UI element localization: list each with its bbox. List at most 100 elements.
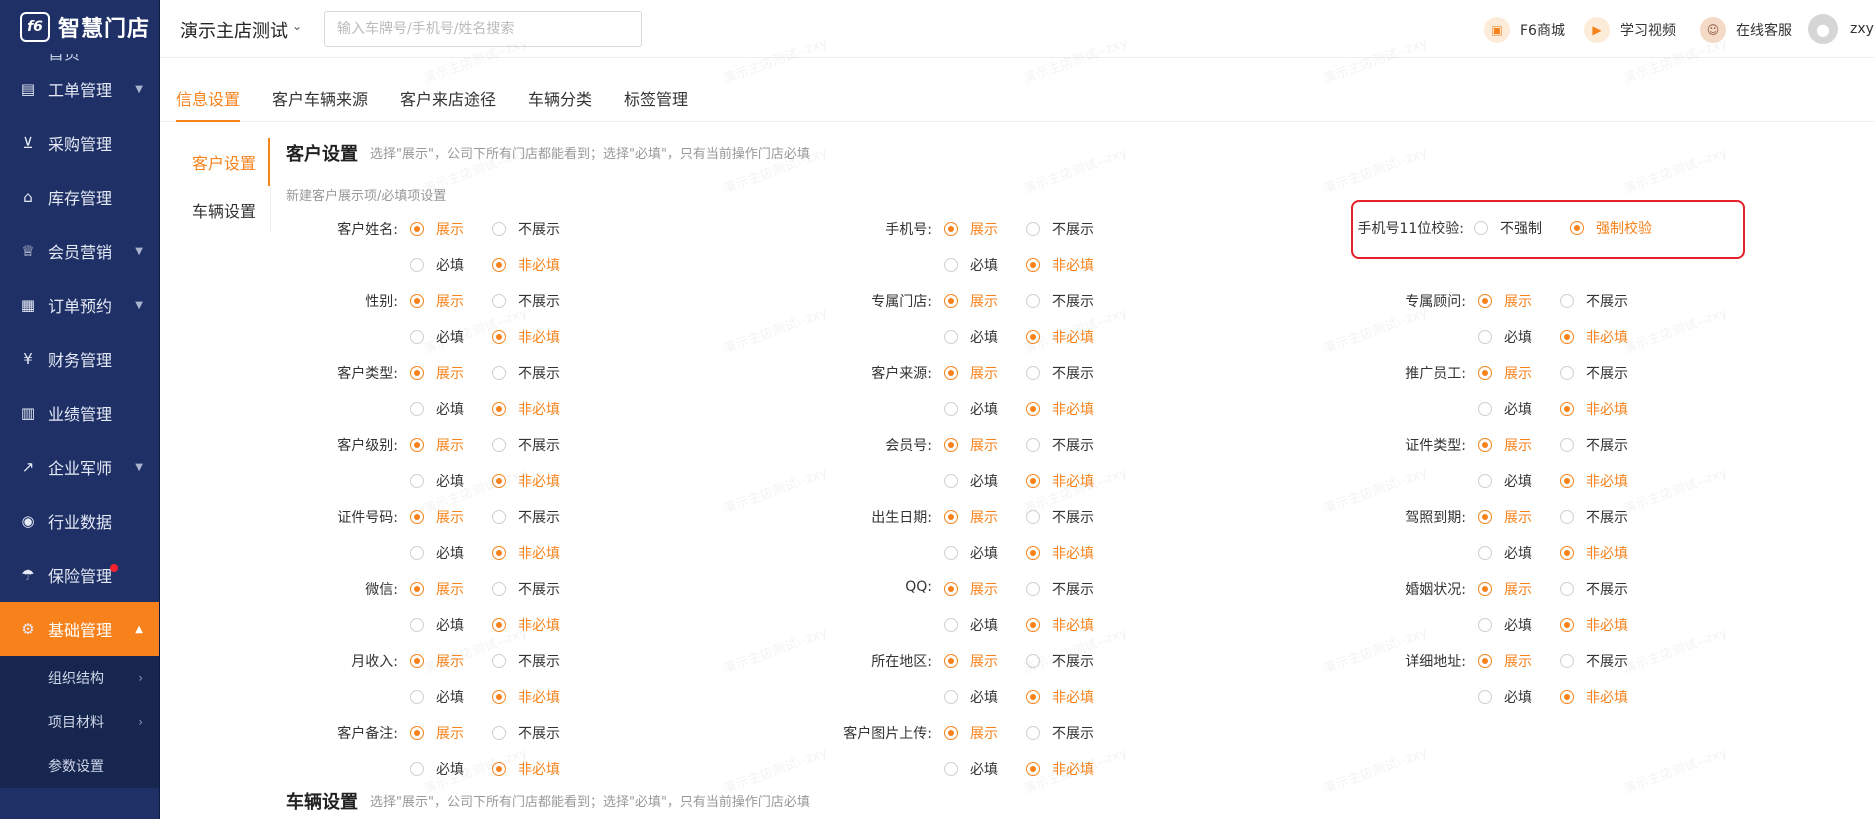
submenu-vehicle-settings[interactable]: 车辆设置	[192, 198, 256, 222]
optional-radio[interactable]: 非必填	[1560, 399, 1628, 419]
required-radio[interactable]: 必填	[1478, 615, 1532, 635]
show-radio[interactable]: 展示	[944, 435, 998, 455]
show-radio[interactable]: 展示	[944, 651, 998, 671]
sidebar-item-2[interactable]: ⌂ 库存管理	[0, 170, 159, 224]
required-radio[interactable]: 必填	[944, 255, 998, 275]
optional-radio[interactable]: 非必填	[492, 687, 560, 707]
hide-radio[interactable]: 不展示	[492, 219, 560, 239]
show-radio[interactable]: 展示	[1478, 579, 1532, 599]
show-radio[interactable]: 展示	[410, 219, 464, 239]
show-radio[interactable]: 展示	[1478, 435, 1532, 455]
required-radio[interactable]: 必填	[944, 327, 998, 347]
required-radio[interactable]: 必填	[410, 615, 464, 635]
show-radio[interactable]: 展示	[1478, 651, 1532, 671]
optional-radio[interactable]: 非必填	[1560, 471, 1628, 491]
sidebar-subitem-1[interactable]: 项目材料 ›	[0, 700, 159, 744]
optional-radio[interactable]: 非必填	[1026, 615, 1094, 635]
required-radio[interactable]: 必填	[944, 543, 998, 563]
show-radio[interactable]: 展示	[1478, 507, 1532, 527]
hide-radio[interactable]: 不展示	[1560, 291, 1628, 311]
hide-radio[interactable]: 不展示	[492, 363, 560, 383]
optional-radio[interactable]: 非必填	[1026, 759, 1094, 779]
sidebar-item-5[interactable]: ¥ 财务管理	[0, 332, 159, 386]
optional-radio[interactable]: 非必填	[1026, 399, 1094, 419]
sidebar-item-6[interactable]: ▥ 业绩管理	[0, 386, 159, 440]
sidebar-item-10[interactable]: ⚙ 基础管理 ▲	[0, 602, 159, 656]
required-radio[interactable]: 必填	[1478, 471, 1532, 491]
tab-visit-channel[interactable]: 客户来店途径	[400, 86, 496, 122]
hide-radio[interactable]: 不展示	[492, 579, 560, 599]
hide-radio[interactable]: 不展示	[492, 651, 560, 671]
required-radio[interactable]: 必填	[944, 471, 998, 491]
hide-radio[interactable]: 不展示	[492, 507, 560, 527]
online-service-link[interactable]: ☺ 在线客服	[1700, 17, 1792, 43]
sidebar-item-9[interactable]: ☂ 保险管理	[0, 548, 159, 602]
show-radio[interactable]: 展示	[410, 363, 464, 383]
hide-radio[interactable]: 不展示	[1026, 363, 1094, 383]
required-radio[interactable]: 必填	[410, 759, 464, 779]
tab-info-settings[interactable]: 信息设置	[176, 86, 241, 122]
show-radio[interactable]: 展示	[944, 363, 998, 383]
phone-check-not-forced-radio[interactable]: 不强制	[1474, 218, 1542, 238]
optional-radio[interactable]: 非必填	[492, 255, 560, 275]
show-radio[interactable]: 展示	[410, 651, 464, 671]
user-menu[interactable]: ● zxy	[1808, 14, 1874, 44]
required-radio[interactable]: 必填	[410, 327, 464, 347]
sidebar-item-7[interactable]: ↗ 企业军师 ▼	[0, 440, 159, 494]
show-radio[interactable]: 展示	[944, 723, 998, 743]
hide-radio[interactable]: 不展示	[1560, 507, 1628, 527]
video-link[interactable]: ▶ 学习视频	[1584, 17, 1676, 43]
hide-radio[interactable]: 不展示	[1026, 651, 1094, 671]
optional-radio[interactable]: 非必填	[1560, 543, 1628, 563]
chevron-down-icon[interactable]: ⌄	[292, 19, 302, 33]
hide-radio[interactable]: 不展示	[1026, 435, 1094, 455]
tab-vehicle-category[interactable]: 车辆分类	[528, 86, 592, 122]
phone-check-forced-radio[interactable]: 强制校验	[1570, 218, 1652, 238]
show-radio[interactable]: 展示	[944, 291, 998, 311]
show-radio[interactable]: 展示	[944, 579, 998, 599]
optional-radio[interactable]: 非必填	[1560, 687, 1628, 707]
required-radio[interactable]: 必填	[1478, 687, 1532, 707]
optional-radio[interactable]: 非必填	[1560, 615, 1628, 635]
required-radio[interactable]: 必填	[944, 687, 998, 707]
hide-radio[interactable]: 不展示	[1560, 579, 1628, 599]
sidebar-item-1[interactable]: ⊻ 采购管理	[0, 116, 159, 170]
required-radio[interactable]: 必填	[410, 471, 464, 491]
search-input[interactable]	[324, 11, 642, 47]
sidebar-item-home[interactable]: 首页	[0, 54, 159, 62]
hide-radio[interactable]: 不展示	[1026, 723, 1094, 743]
optional-radio[interactable]: 非必填	[492, 471, 560, 491]
hide-radio[interactable]: 不展示	[1560, 435, 1628, 455]
hide-radio[interactable]: 不展示	[492, 723, 560, 743]
required-radio[interactable]: 必填	[410, 543, 464, 563]
logo[interactable]: f6 智慧门店	[0, 0, 159, 54]
hide-radio[interactable]: 不展示	[492, 435, 560, 455]
sidebar-item-8[interactable]: ◉ 行业数据	[0, 494, 159, 548]
show-radio[interactable]: 展示	[944, 507, 998, 527]
show-radio[interactable]: 展示	[1478, 291, 1532, 311]
hide-radio[interactable]: 不展示	[1560, 363, 1628, 383]
hide-radio[interactable]: 不展示	[1026, 507, 1094, 527]
hide-radio[interactable]: 不展示	[1026, 291, 1094, 311]
optional-radio[interactable]: 非必填	[492, 615, 560, 635]
show-radio[interactable]: 展示	[410, 507, 464, 527]
sidebar-subitem-0[interactable]: 组织结构 ›	[0, 656, 159, 700]
hide-radio[interactable]: 不展示	[1026, 219, 1094, 239]
optional-radio[interactable]: 非必填	[492, 327, 560, 347]
show-radio[interactable]: 展示	[410, 723, 464, 743]
required-radio[interactable]: 必填	[1478, 327, 1532, 347]
show-radio[interactable]: 展示	[944, 219, 998, 239]
hide-radio[interactable]: 不展示	[1560, 651, 1628, 671]
optional-radio[interactable]: 非必填	[492, 399, 560, 419]
required-radio[interactable]: 必填	[944, 759, 998, 779]
show-radio[interactable]: 展示	[1478, 363, 1532, 383]
required-radio[interactable]: 必填	[410, 687, 464, 707]
required-radio[interactable]: 必填	[410, 255, 464, 275]
required-radio[interactable]: 必填	[944, 399, 998, 419]
optional-radio[interactable]: 非必填	[1026, 255, 1094, 275]
mall-link[interactable]: ▣ F6商城	[1484, 17, 1565, 43]
required-radio[interactable]: 必填	[944, 615, 998, 635]
required-radio[interactable]: 必填	[1478, 399, 1532, 419]
show-radio[interactable]: 展示	[410, 579, 464, 599]
optional-radio[interactable]: 非必填	[1560, 327, 1628, 347]
